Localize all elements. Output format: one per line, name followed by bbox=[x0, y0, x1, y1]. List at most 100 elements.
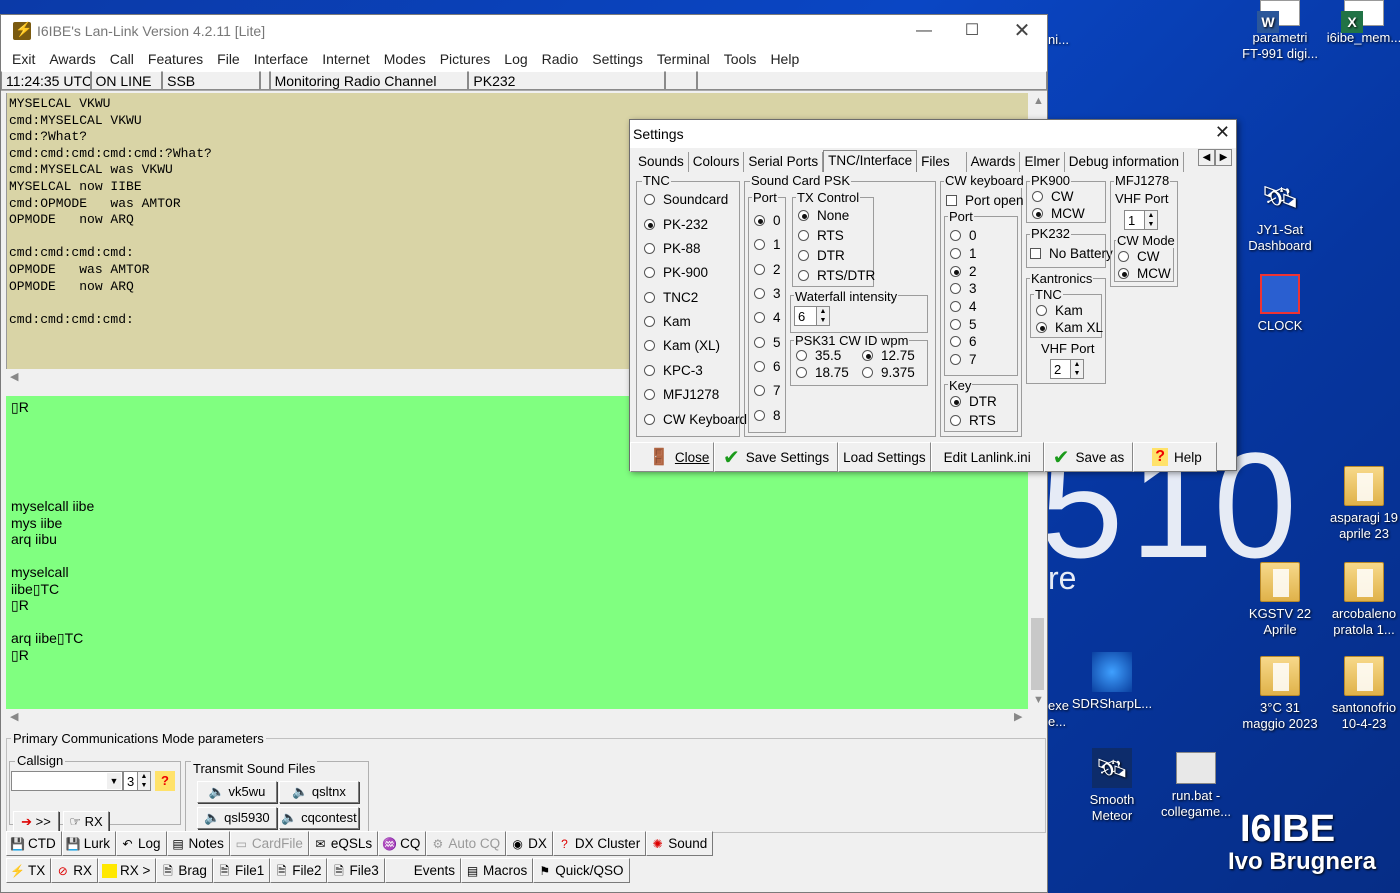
rx-button[interactable]: ⊘ RX bbox=[51, 858, 99, 883]
desktop-icon-smooth-meteor[interactable]: 🛰 Smooth Meteor bbox=[1066, 748, 1158, 824]
save-as-button[interactable]: ✔ Save as bbox=[1043, 442, 1134, 472]
kantronics-vhf-spin[interactable]: 2 ▲ ▼ bbox=[1050, 359, 1084, 379]
menu-internet[interactable]: Internet bbox=[315, 47, 376, 71]
close-button[interactable]: ✕ bbox=[999, 15, 1045, 47]
scroll-down-icon[interactable]: ▼ bbox=[1033, 694, 1044, 706]
psk-port-3-radio[interactable]: 3 bbox=[754, 286, 781, 301]
quick-qso-button[interactable]: ⚑ Quick/QSO bbox=[533, 858, 630, 883]
cw-port-3-radio[interactable]: 3 bbox=[950, 281, 977, 296]
desktop-icon-jy1-sat[interactable]: 🛰 JY1-Sat Dashboard bbox=[1234, 178, 1326, 254]
mfj-vhf-spin[interactable]: 1 ▲ ▼ bbox=[1124, 210, 1158, 230]
chevron-down-icon[interactable]: ▼ bbox=[107, 773, 121, 789]
maximize-button[interactable]: ☐ bbox=[949, 15, 995, 47]
psk-port-6-radio[interactable]: 6 bbox=[754, 359, 781, 374]
menu-settings[interactable]: Settings bbox=[585, 47, 650, 71]
sound-file-qsl5930-button[interactable]: 🔈 qsl5930 bbox=[197, 807, 277, 829]
tnc-kpc3-radio[interactable]: KPC-3 bbox=[644, 363, 703, 378]
lurk-button[interactable]: 💾 Lurk bbox=[61, 831, 117, 856]
spin-arrows-icon[interactable]: ▲ ▼ bbox=[137, 772, 150, 790]
tab-elmer[interactable]: Elmer bbox=[1020, 152, 1065, 172]
desktop-icon-i6ibe-mem[interactable]: i6ibe_mem... bbox=[1318, 0, 1400, 46]
cw-key-dtr-radio[interactable]: DTR bbox=[950, 394, 997, 409]
cwid-18-75-radio[interactable]: 18.75 bbox=[796, 365, 849, 380]
spin-arrows-icon[interactable]: ▲ ▼ bbox=[1144, 211, 1157, 229]
cw-port-0-radio[interactable]: 0 bbox=[950, 228, 977, 243]
tnc-pk232-radio[interactable]: PK-232 bbox=[644, 217, 708, 232]
kantronics-kam-radio[interactable]: Kam bbox=[1036, 303, 1083, 318]
cardfile-button[interactable]: ▭ CardFile bbox=[229, 831, 309, 856]
cw-key-rts-radio[interactable]: RTS bbox=[950, 413, 996, 428]
tnc-mfj1278-radio[interactable]: MFJ1278 bbox=[644, 387, 719, 402]
menu-file[interactable]: File bbox=[210, 47, 247, 71]
tab-tnc-interface[interactable]: TNC/Interface bbox=[823, 150, 918, 172]
tnc-pk88-radio[interactable]: PK-88 bbox=[644, 241, 701, 256]
psk-port-1-radio[interactable]: 1 bbox=[754, 237, 781, 252]
menu-exit[interactable]: Exit bbox=[5, 47, 42, 71]
rx-callsign-button[interactable]: ☞ RX bbox=[63, 811, 109, 833]
psk-port-0-radio[interactable]: 0 bbox=[754, 213, 781, 228]
load-settings-button[interactable]: Load Settings bbox=[838, 442, 931, 472]
tnc-pk900-radio[interactable]: PK-900 bbox=[644, 265, 708, 280]
ctd-button[interactable]: 💾 CTD bbox=[6, 831, 62, 856]
dx-button[interactable]: ◉ DX bbox=[506, 831, 553, 856]
brag-button[interactable]: 🗎 Brag bbox=[156, 858, 213, 883]
desktop-icon-sdrsharp[interactable]: SDRSharpL... bbox=[1066, 652, 1158, 712]
menu-pictures[interactable]: Pictures bbox=[433, 47, 498, 71]
desktop-icon-clock[interactable]: CLOCK bbox=[1234, 274, 1326, 334]
callsign-combo[interactable]: ▼ bbox=[11, 771, 123, 791]
events-button[interactable]: Events bbox=[384, 858, 462, 883]
tab-serial-ports[interactable]: Serial Ports bbox=[744, 152, 824, 172]
settings-close-button[interactable]: 🚪 Close bbox=[630, 442, 714, 472]
tab-files[interactable]: Files bbox=[917, 152, 967, 172]
txc-rts-radio[interactable]: RTS bbox=[798, 228, 844, 243]
menu-call[interactable]: Call bbox=[103, 47, 141, 71]
sound-file-qsltnx-button[interactable]: 🔈 qsltnx bbox=[279, 781, 359, 803]
desktop-icon-kgstv[interactable]: KGSTV 22 Aprile bbox=[1234, 562, 1326, 638]
pk900-mcw-radio[interactable]: MCW bbox=[1032, 206, 1085, 221]
menu-interface[interactable]: Interface bbox=[247, 47, 315, 71]
log-button[interactable]: ↶ Log bbox=[116, 831, 167, 856]
menu-features[interactable]: Features bbox=[141, 47, 210, 71]
macros-button[interactable]: ▤ Macros bbox=[461, 858, 534, 883]
tab-colours[interactable]: Colours bbox=[689, 152, 745, 172]
cw-port-open-checkbox[interactable]: Port open bbox=[946, 193, 1024, 208]
waterfall-intensity-spin[interactable]: 6 ▲ ▼ bbox=[794, 306, 830, 326]
menu-awards[interactable]: Awards bbox=[42, 47, 102, 71]
tnc-tnc2-radio[interactable]: TNC2 bbox=[644, 290, 698, 305]
minimize-button[interactable]: — bbox=[901, 15, 947, 47]
settings-help-button[interactable]: ? Help bbox=[1133, 442, 1218, 472]
edit-lanlink-ini-button[interactable]: Edit Lanlink.ini bbox=[930, 442, 1044, 472]
menu-terminal[interactable]: Terminal bbox=[650, 47, 717, 71]
scroll-right-icon[interactable]: ▶ bbox=[1014, 710, 1022, 723]
desktop-icon-arcobaleno[interactable]: arcobaleno pratola 1... bbox=[1318, 562, 1400, 638]
cwid-9-375-radio[interactable]: 9.375 bbox=[862, 365, 915, 380]
eqsls-button[interactable]: ✉ eQSLs bbox=[308, 831, 379, 856]
desktop-icon-run-bat[interactable]: run.bat - collegame... bbox=[1150, 752, 1242, 820]
menu-log[interactable]: Log bbox=[497, 47, 534, 71]
cw-port-5-radio[interactable]: 5 bbox=[950, 317, 977, 332]
transmit-hscrollbar[interactable]: ◀ ▶ bbox=[6, 709, 1028, 727]
psk-port-4-radio[interactable]: 4 bbox=[754, 310, 781, 325]
scroll-thumb[interactable] bbox=[1031, 618, 1044, 690]
scroll-left-icon[interactable]: ◀ bbox=[10, 370, 18, 383]
scroll-left-icon[interactable]: ◀ bbox=[10, 710, 18, 723]
desktop-icon-asparagi[interactable]: asparagi 19 aprile 23 bbox=[1318, 466, 1400, 542]
tab-awards[interactable]: Awards bbox=[967, 152, 1021, 172]
tnc-kam-radio[interactable]: Kam bbox=[644, 314, 691, 329]
menu-modes[interactable]: Modes bbox=[377, 47, 433, 71]
psk-port-8-radio[interactable]: 8 bbox=[754, 408, 781, 423]
menu-help[interactable]: Help bbox=[763, 47, 806, 71]
sound-file-cqcontest-button[interactable]: 🔈 cqcontest bbox=[279, 807, 359, 829]
file3-button[interactable]: 🗎 File3 bbox=[327, 858, 385, 883]
tab-sounds[interactable]: Sounds bbox=[634, 152, 689, 172]
cw-port-6-radio[interactable]: 6 bbox=[950, 334, 977, 349]
tnc-cw-keyboard-radio[interactable]: CW Keyboard bbox=[644, 412, 747, 427]
txc-dtr-radio[interactable]: DTR bbox=[798, 248, 845, 263]
tab-scroll-right-icon[interactable]: ▶ bbox=[1215, 149, 1232, 166]
file2-button[interactable]: 🗎 File2 bbox=[270, 858, 328, 883]
cq-button[interactable]: ♒ CQ bbox=[378, 831, 427, 856]
spin-arrows-icon[interactable]: ▲ ▼ bbox=[1070, 360, 1083, 378]
scroll-up-icon[interactable]: ▲ bbox=[1033, 95, 1044, 107]
settings-title-bar[interactable]: Settings ✕ bbox=[630, 120, 1236, 148]
tnc-kam-xl-radio[interactable]: Kam (XL) bbox=[644, 338, 720, 353]
